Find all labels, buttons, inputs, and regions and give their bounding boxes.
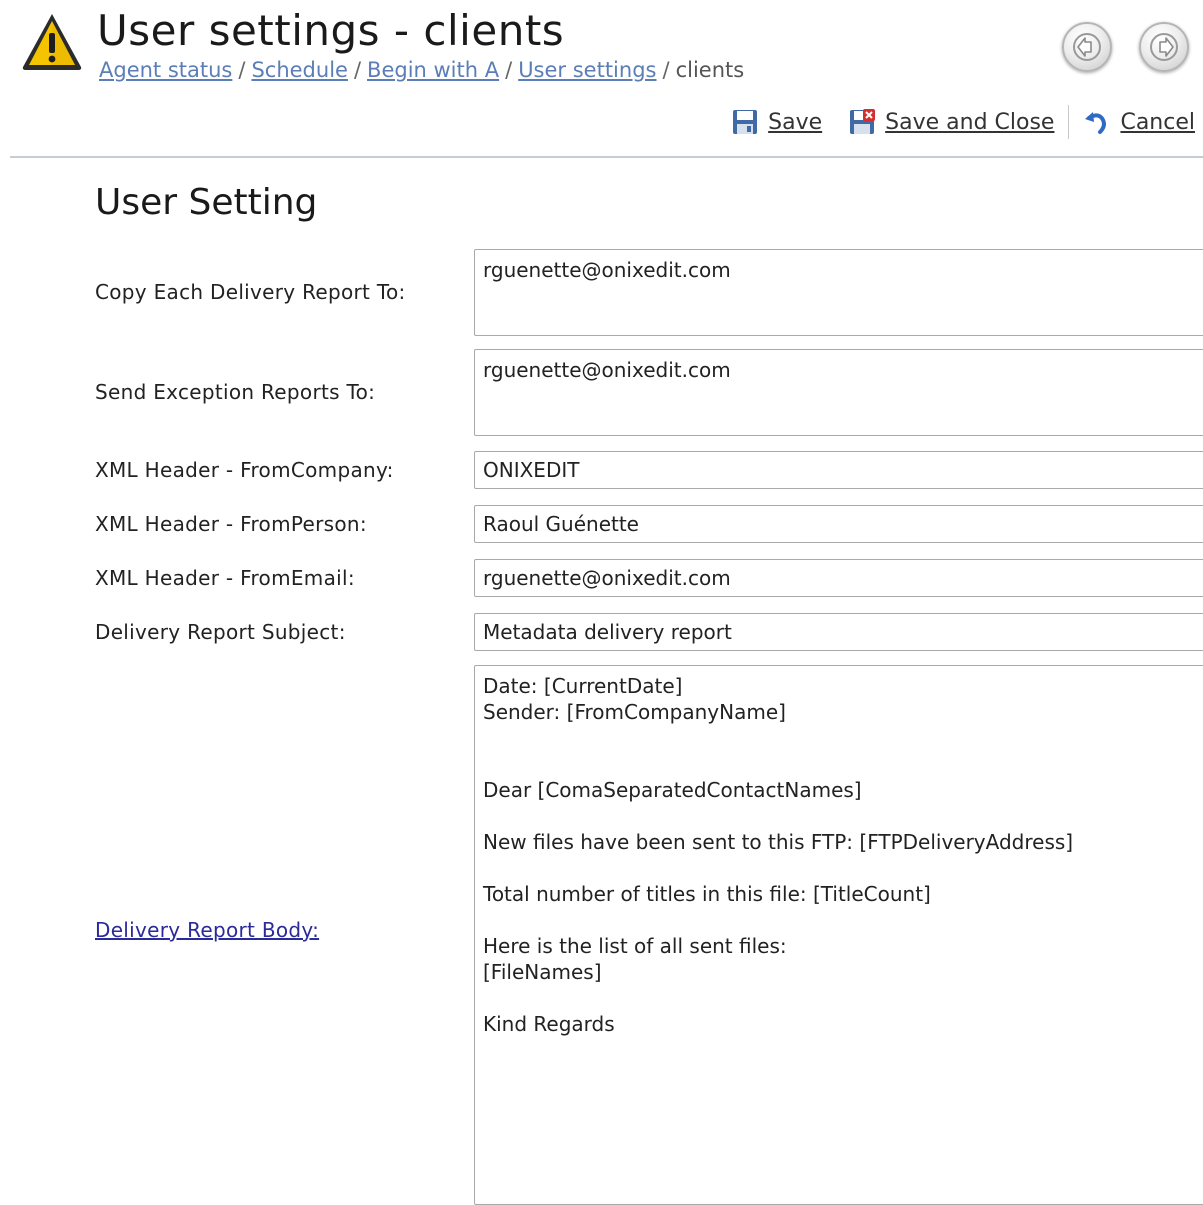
report-subject-field[interactable] xyxy=(474,613,1203,651)
copy-report-field[interactable]: rguenette@onixedit.com xyxy=(474,249,1203,336)
from-person-label: XML Header - FromPerson: xyxy=(95,512,367,536)
from-email-label: XML Header - FromEmail: xyxy=(95,566,355,590)
header-divider xyxy=(10,156,1203,158)
breadcrumb-current: clients xyxy=(675,58,745,82)
breadcrumb: Agent status / Schedule / Begin with A / User … xyxy=(99,58,744,82)
toolbar: Save Save and Close Cancel xyxy=(731,104,1195,140)
save-and-close-icon xyxy=(850,109,876,134)
cancel-label: Cancel xyxy=(1120,109,1195,135)
report-body-field[interactable]: Date: [CurrentDate] Sender: [FromCompany… xyxy=(474,665,1203,1205)
cancel-button[interactable]: Cancel xyxy=(1083,108,1195,136)
breadcrumb-agent-status[interactable]: Agent status xyxy=(99,58,232,82)
from-company-field[interactable] xyxy=(474,451,1203,489)
section-title: User Setting xyxy=(95,182,318,223)
floppy-disk-icon xyxy=(733,110,758,134)
exception-report-label: Send Exception Reports To: xyxy=(95,380,376,404)
forward-button[interactable] xyxy=(1139,22,1189,72)
save-label: Save xyxy=(768,109,823,135)
breadcrumb-separator: / xyxy=(505,58,513,82)
warning-icon xyxy=(22,14,82,70)
undo-arrow-icon xyxy=(1085,112,1107,134)
copy-report-label: Copy Each Delivery Report To: xyxy=(95,280,406,304)
breadcrumb-separator: / xyxy=(662,58,670,82)
report-subject-label: Delivery Report Subject: xyxy=(95,620,346,644)
breadcrumb-schedule[interactable]: Schedule xyxy=(251,58,348,82)
exception-report-field[interactable]: rguenette@onixedit.com xyxy=(474,349,1203,436)
toolbar-divider xyxy=(1068,105,1070,139)
save-button[interactable]: Save xyxy=(731,108,822,136)
report-body-link[interactable]: Delivery Report Body: xyxy=(95,918,319,942)
back-button[interactable] xyxy=(1062,22,1112,72)
from-email-field[interactable] xyxy=(474,559,1203,597)
from-company-label: XML Header - FromCompany: xyxy=(95,458,394,482)
from-person-field[interactable] xyxy=(474,505,1203,543)
page-title: User settings - clients xyxy=(97,6,565,55)
save-and-close-label: Save and Close xyxy=(885,109,1055,135)
breadcrumb-user-settings[interactable]: User settings xyxy=(518,58,656,82)
save-and-close-button[interactable]: Save and Close xyxy=(848,108,1054,136)
breadcrumb-begin-with-a[interactable]: Begin with A xyxy=(367,58,499,82)
arrow-right-icon xyxy=(1150,33,1178,61)
breadcrumb-separator: / xyxy=(353,58,362,82)
arrow-left-icon xyxy=(1073,33,1101,61)
breadcrumb-separator: / xyxy=(238,58,246,82)
